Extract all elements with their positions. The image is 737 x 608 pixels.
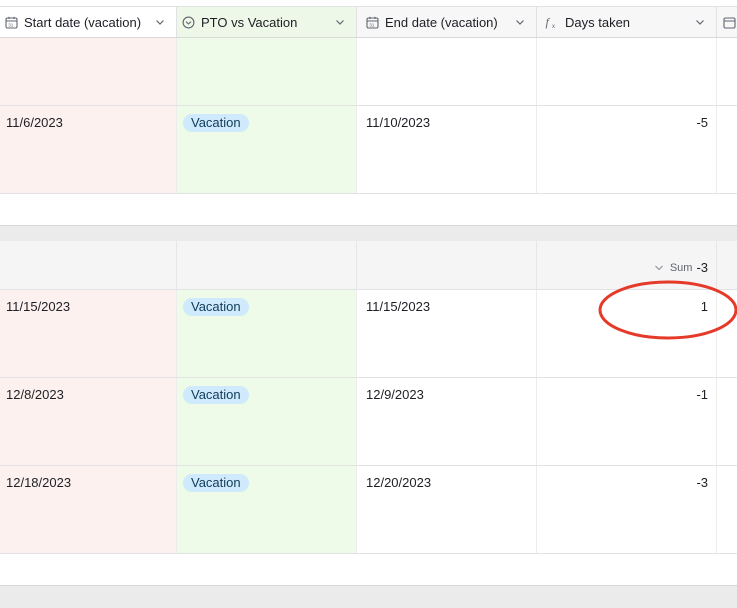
summary-label: Sum	[669, 261, 693, 274]
select-option-pill: Vacation	[183, 114, 249, 132]
end-date-cell[interactable]: 11/10/2023	[357, 106, 537, 193]
cell-value: 11/15/2023	[6, 299, 71, 314]
start-date-cell[interactable]	[0, 38, 177, 105]
start-date-cell[interactable]: 12/8/2023	[0, 378, 177, 465]
calendar-icon: 31	[365, 15, 379, 29]
group-footer	[0, 554, 737, 586]
group-header-cell	[357, 241, 537, 289]
end-date-cell[interactable]	[357, 38, 537, 105]
end-date-cell[interactable]: 12/9/2023	[357, 378, 537, 465]
pto-vs-vacation-cell[interactable]: Vacation	[177, 378, 357, 465]
svg-text:31: 31	[8, 22, 14, 27]
next-column-cell[interactable]	[717, 466, 737, 553]
cell-value: 12/20/2023	[366, 475, 432, 490]
select-option-pill: Vacation	[183, 386, 249, 404]
days-taken-cell[interactable]: -3	[537, 466, 717, 553]
cell-value: 12/18/2023	[6, 475, 72, 490]
cell-value: 11/10/2023	[366, 115, 431, 130]
select-option-pill: Vacation	[183, 298, 249, 316]
table-row[interactable]: 12/8/2023 Vacation 12/9/2023 -1	[0, 378, 737, 466]
pto-vs-vacation-cell[interactable]	[177, 38, 357, 105]
table-row[interactable]: 11/15/2023 Vacation 11/15/2023 1	[0, 290, 737, 378]
summary-value: -3	[696, 260, 708, 275]
chevron-down-icon[interactable]	[694, 16, 706, 28]
days-taken-cell[interactable]	[537, 38, 717, 105]
svg-text:f: f	[546, 15, 551, 29]
calendar-icon	[723, 15, 736, 29]
cell-value: 11/15/2023	[366, 299, 431, 314]
cell-value: -3	[696, 475, 708, 490]
cell-value: 11/6/2023	[6, 115, 63, 130]
days-taken-cell[interactable]: -1	[537, 378, 717, 465]
column-header-days-taken[interactable]: fx Days taken	[537, 7, 717, 37]
next-column-cell[interactable]	[717, 38, 737, 105]
next-column-cell[interactable]	[717, 106, 737, 193]
chevron-down-icon[interactable]	[334, 16, 346, 28]
chevron-down-icon[interactable]	[154, 16, 166, 28]
table-row[interactable]: 12/18/2023 Vacation 12/20/2023 -3	[0, 466, 737, 554]
start-date-cell[interactable]: 12/18/2023	[0, 466, 177, 553]
next-column-cell[interactable]	[717, 378, 737, 465]
start-date-cell[interactable]: 11/15/2023	[0, 290, 177, 377]
days-taken-cell[interactable]: 1	[537, 290, 717, 377]
group-separator	[0, 585, 737, 608]
group-footer	[0, 194, 737, 226]
pto-vs-vacation-cell[interactable]: Vacation	[177, 466, 357, 553]
end-date-cell[interactable]: 12/20/2023	[357, 466, 537, 553]
group-header-cell	[0, 241, 177, 289]
column-header-row: 31 Start date (vacation) PTO vs Vacation…	[0, 6, 737, 38]
table-row[interactable]: 11/6/2023 Vacation 11/10/2023 -5	[0, 106, 737, 194]
cell-value: -1	[696, 387, 708, 402]
column-header-label: PTO vs Vacation	[201, 14, 298, 30]
next-column-cell[interactable]	[717, 290, 737, 377]
group-summary-cell[interactable]: Sum -3	[537, 241, 717, 289]
end-date-cell[interactable]: 11/15/2023	[357, 290, 537, 377]
group-header-cell	[177, 241, 357, 289]
cell-value: 12/9/2023	[366, 387, 424, 402]
svg-text:x: x	[552, 24, 555, 29]
formula-icon: fx	[545, 15, 559, 29]
column-header-label: Start date (vacation)	[24, 14, 142, 30]
pto-vs-vacation-cell[interactable]: Vacation	[177, 290, 357, 377]
pto-vs-vacation-cell[interactable]: Vacation	[177, 106, 357, 193]
cell-value: 12/8/2023	[6, 387, 64, 402]
column-header-label: Days taken	[565, 14, 631, 30]
start-date-cell[interactable]: 11/6/2023	[0, 106, 177, 193]
cell-value: -5	[696, 115, 708, 130]
cell-value: 1	[700, 299, 708, 314]
group-header-cell	[717, 241, 737, 289]
group-separator	[0, 225, 737, 242]
column-header-pto-vs-vacation[interactable]: PTO vs Vacation	[177, 7, 357, 37]
table-row[interactable]	[0, 38, 737, 106]
column-header-start-date[interactable]: 31 Start date (vacation)	[0, 7, 177, 37]
group-summary[interactable]: Sum -3	[654, 260, 708, 275]
calendar-icon: 31	[4, 15, 18, 29]
select-option-pill: Vacation	[183, 474, 249, 492]
chevron-down-icon	[654, 263, 664, 273]
days-taken-cell[interactable]: -5	[537, 106, 717, 193]
column-header-label: End date (vacation)	[385, 14, 498, 30]
group-header[interactable]: Sum -3	[0, 241, 737, 290]
svg-text:31: 31	[369, 22, 375, 27]
column-header-end-date[interactable]: 31 End date (vacation)	[357, 7, 537, 37]
single-select-icon	[181, 15, 195, 29]
chevron-down-icon[interactable]	[514, 16, 526, 28]
column-header-next[interactable]	[717, 7, 737, 37]
